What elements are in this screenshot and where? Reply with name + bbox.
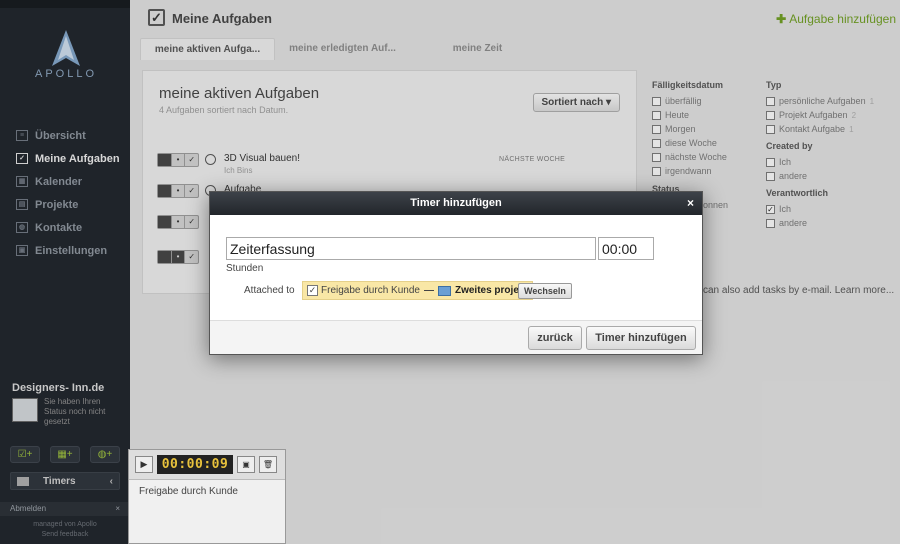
timer-task-label: Freigabe durch Kunde: [139, 486, 238, 497]
attached-separator: —: [423, 285, 434, 296]
timer-display: 00:00:09: [157, 455, 233, 474]
timer-name-input[interactable]: [226, 237, 596, 260]
timer-widget: ▶ 00:00:09 ▣ 🗑 Freigabe durch Kunde: [128, 449, 286, 544]
trash-icon[interactable]: 🗑: [259, 456, 277, 473]
hours-label: Stunden: [226, 263, 264, 274]
play-icon[interactable]: ▶: [135, 456, 153, 473]
attached-task-name: Freigabe durch Kunde: [321, 285, 420, 296]
switch-button[interactable]: Wechseln: [518, 283, 572, 299]
save-icon[interactable]: ▣: [237, 456, 255, 473]
add-timer-button[interactable]: Timer hinzufügen: [586, 326, 696, 350]
timer-duration-input[interactable]: [598, 237, 654, 260]
task-checkbox-icon: ✓: [307, 285, 318, 296]
close-icon[interactable]: ×: [687, 192, 694, 215]
dialog-title: Timer hinzufügen: [410, 197, 502, 209]
back-button[interactable]: zurück: [528, 326, 582, 350]
attached-project-name: Zweites projekt: [454, 285, 528, 296]
add-timer-dialog: Timer hinzufügen × Stunden Attached to ✓…: [209, 191, 703, 355]
attached-to-label: Attached to: [244, 285, 295, 296]
dialog-header: Timer hinzufügen ×: [210, 192, 702, 215]
dialog-footer: zurück Timer hinzufügen: [210, 321, 702, 354]
folder-icon: [437, 285, 451, 296]
timer-controls: ▶ 00:00:09 ▣ 🗑: [129, 450, 285, 480]
dialog-body: Stunden Attached to ✓ Freigabe durch Kun…: [210, 215, 702, 321]
attached-item: ✓ Freigabe durch Kunde — Zweites projekt: [302, 281, 533, 300]
